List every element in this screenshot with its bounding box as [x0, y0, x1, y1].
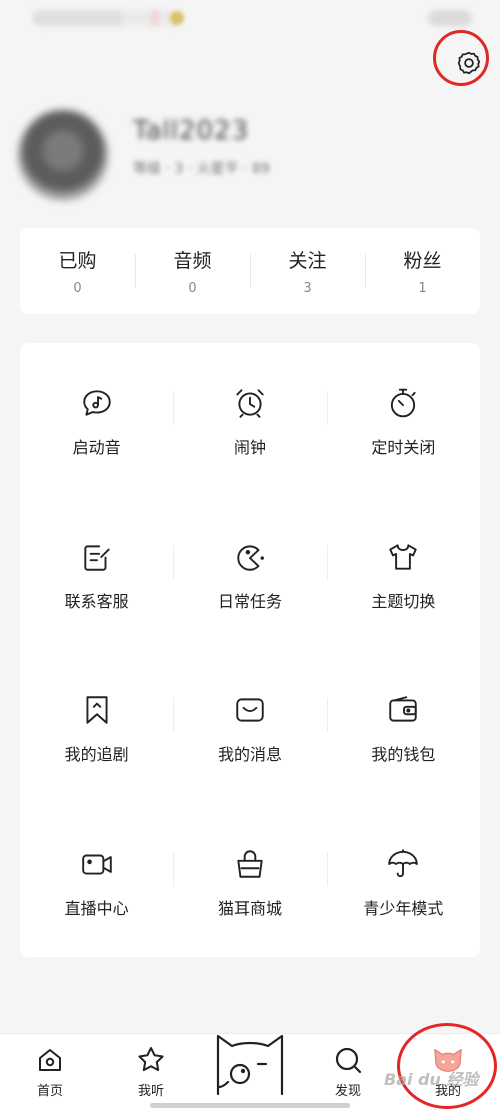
cat-mascot-icon: [216, 1034, 284, 1096]
menu-teen-mode[interactable]: 青少年模式: [326, 804, 480, 958]
sound-bubble-icon: [79, 385, 115, 421]
menu-alarm[interactable]: 闹钟: [173, 343, 326, 497]
stat-purchased[interactable]: 已购 0: [20, 228, 135, 314]
umbrella-icon: [385, 846, 421, 882]
user-meta: 等级 · 3 · 火星平 · 89: [133, 161, 270, 177]
home-indicator: [150, 1103, 350, 1108]
feature-menu: 启动音 闹钟 定时关闭 联系客服 日常任务 主题切换 我的追剧 我的消息 我的钱…: [20, 343, 480, 957]
menu-daily-tasks[interactable]: 日常任务: [173, 497, 326, 651]
wallet-icon: [385, 692, 421, 728]
stat-fans[interactable]: 粉丝 1: [365, 228, 480, 314]
stats-card: 已购 0 音频 0 关注 3 粉丝 1: [20, 228, 480, 314]
menu-sleep-timer[interactable]: 定时关闭: [326, 343, 480, 497]
gear-icon: [457, 51, 481, 75]
nav-label: 发现: [334, 1084, 361, 1099]
status-notification-dot: [170, 11, 184, 25]
menu-label: 定时关闭: [371, 438, 436, 457]
stat-value: 1: [418, 281, 427, 296]
menu-theme-switch[interactable]: 主题切换: [326, 497, 480, 651]
cat-face-icon: [432, 1044, 464, 1076]
stat-label: 已购: [58, 250, 97, 272]
menu-label: 猫耳商城: [217, 898, 282, 918]
battery-icon: [428, 10, 472, 26]
tshirt-icon: [385, 539, 421, 575]
search-icon: [332, 1044, 364, 1076]
menu-customer-service[interactable]: 联系客服: [20, 497, 173, 651]
stat-audio[interactable]: 音频 0: [135, 228, 250, 314]
nav-home[interactable]: 首页: [15, 1044, 85, 1099]
stat-value: 0: [188, 281, 197, 296]
status-time-and-notifications: [32, 10, 182, 26]
avatar[interactable]: [18, 110, 108, 200]
menu-my-messages[interactable]: 我的消息: [173, 650, 326, 804]
nav-center-cat-button[interactable]: [208, 1016, 292, 1096]
nav-listen[interactable]: 我听: [116, 1044, 186, 1099]
stat-label: 音频: [173, 250, 212, 272]
home-icon: [34, 1044, 66, 1076]
star-icon: [135, 1044, 167, 1076]
shopping-bag-icon: [232, 846, 268, 882]
menu-maoer-mall[interactable]: 猫耳商城: [173, 804, 326, 958]
nav-label: 我的: [434, 1084, 461, 1099]
pacman-icon: [232, 539, 268, 575]
bottom-navigation: 首页 我听 发现 我的: [0, 1033, 500, 1111]
stat-label: 粉丝: [403, 250, 442, 272]
stat-following[interactable]: 关注 3: [250, 228, 365, 314]
nav-label: 我听: [137, 1084, 164, 1099]
menu-label: 直播中心: [64, 898, 129, 918]
settings-button[interactable]: [452, 46, 486, 80]
alarm-clock-icon: [232, 385, 268, 421]
stat-label: 关注: [288, 250, 327, 272]
status-bar: [0, 0, 500, 40]
menu-live-center[interactable]: 直播中心: [20, 804, 173, 958]
stat-value: 3: [303, 281, 312, 296]
menu-label: 日常任务: [217, 591, 282, 611]
video-camera-icon: [79, 846, 115, 882]
menu-label: 启动音: [72, 438, 121, 457]
menu-label: 我的消息: [217, 745, 282, 764]
stopwatch-icon: [385, 385, 421, 421]
message-icon: [232, 692, 268, 728]
menu-label: 我的钱包: [371, 745, 436, 764]
menu-label: 我的追剧: [64, 745, 129, 764]
nav-discover[interactable]: 发现: [313, 1044, 383, 1099]
menu-label: 青少年模式: [363, 898, 444, 918]
nav-label: 首页: [36, 1084, 63, 1099]
menu-my-wallet[interactable]: 我的钱包: [326, 650, 480, 804]
stat-value: 0: [73, 281, 82, 296]
menu-startup-sound[interactable]: 启动音: [20, 343, 173, 497]
edit-note-icon: [79, 539, 115, 575]
menu-label: 闹钟: [233, 438, 266, 457]
nav-mine[interactable]: 我的: [413, 1044, 483, 1099]
menu-my-series[interactable]: 我的追剧: [20, 650, 173, 804]
menu-label: 联系客服: [64, 591, 129, 611]
bookmark-icon: [79, 692, 115, 728]
menu-label: 主题切换: [371, 591, 436, 611]
username[interactable]: Tall2023: [133, 116, 249, 146]
